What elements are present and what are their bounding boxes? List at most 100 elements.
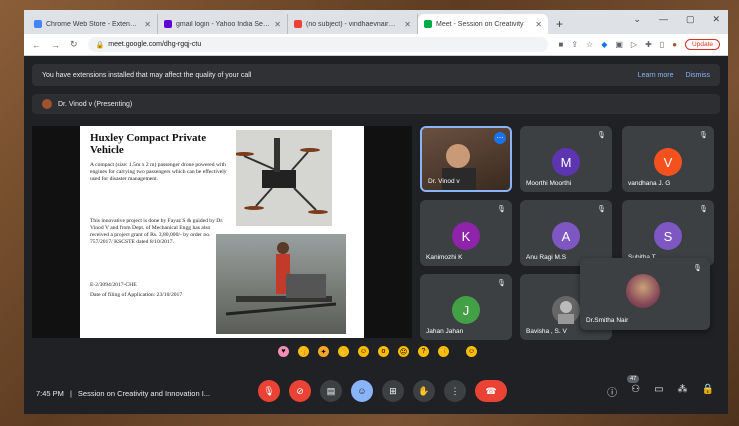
extension-warning-banner: You have extensions installed that may a… <box>32 64 720 86</box>
camera-icon[interactable]: ■ <box>558 40 563 49</box>
sidebar-icon[interactable]: ▯ <box>660 40 664 49</box>
surprised-face-icon[interactable]: o <box>378 346 389 357</box>
participant-name: Kanimozhi K <box>426 254 463 261</box>
participant-name: Anu Ragi M.S <box>526 254 567 261</box>
extension-icon[interactable]: ◆ <box>601 40 607 49</box>
back-icon[interactable]: ← <box>32 40 41 50</box>
participant-name: Dr.Smitha Nair <box>586 317 629 324</box>
url-text: meet.google.com/dhg-rgqj-ctu <box>108 41 202 48</box>
extension-icon[interactable]: ▷ <box>631 40 637 49</box>
yahoo-icon <box>164 20 172 28</box>
close-icon[interactable]: ✕ <box>144 20 151 29</box>
emoji-reactions-button[interactable]: ☺ <box>351 380 373 402</box>
screen: Chrome Web Store - Extensions ✕ gmail lo… <box>24 10 728 414</box>
thinking-face-icon[interactable]: ? <box>418 346 429 357</box>
mic-off-icon: 🎙 <box>699 206 708 213</box>
leave-call-button[interactable]: ☎ <box>475 380 507 402</box>
avatar: J <box>452 296 480 324</box>
more-options-icon[interactable]: ⋯ <box>494 132 506 144</box>
star-icon[interactable]: ☆ <box>586 40 593 49</box>
smile-icon[interactable]: ☺ <box>466 346 477 357</box>
laughing-face-icon[interactable]: ☺ <box>358 346 369 357</box>
reload-icon[interactable]: ↻ <box>70 39 78 50</box>
extension-icons: ■ ⇪ ☆ ◆ ▣ ▷ ✚ ▯ ● Update <box>558 39 720 50</box>
avatar <box>552 296 580 324</box>
participant-tile[interactable]: 🎙 M Moorthi Moorthi <box>520 126 612 192</box>
side-controls: ⓘ 47 ⚇ ▭ ⁂ 🔒 <box>607 375 714 399</box>
mic-off-icon: 🎙 <box>597 206 606 213</box>
slide-paragraph: Date of filing of Application: 23/10/201… <box>90 292 183 298</box>
floating-participant-tile[interactable]: 🎙 Dr.Smitha Nair <box>580 258 710 330</box>
camera-toggle-button[interactable]: ⊘ <box>289 380 311 402</box>
close-icon[interactable]: ✕ <box>274 20 281 29</box>
avatar: K <box>452 222 480 250</box>
share-icon[interactable]: ⇪ <box>571 40 578 49</box>
learn-more-link[interactable]: Learn more <box>638 72 674 79</box>
activities-icon[interactable]: ⁂ <box>678 384 688 399</box>
chevron-down-icon[interactable]: ⌄ <box>633 14 641 25</box>
browser-tab-bar: Chrome Web Store - Extensions ✕ gmail lo… <box>24 10 728 34</box>
thumbs-up-icon[interactable]: 👍 <box>298 346 309 357</box>
avatar[interactable]: ● <box>672 40 677 49</box>
browser-tab[interactable]: Chrome Web Store - Extensions ✕ <box>28 14 158 34</box>
mic-off-icon: 🎙 <box>693 265 702 272</box>
puzzle-icon[interactable]: ✚ <box>645 40 652 49</box>
avatar: V <box>654 148 682 176</box>
meeting-time: 7:45 PM <box>36 388 64 398</box>
meeting-title: Session on Creativity and Innovation I..… <box>77 388 211 398</box>
mic-toggle-button[interactable]: 🎙 <box>258 380 280 402</box>
people-icon[interactable]: 47 ⚇ <box>627 375 640 399</box>
dismiss-button[interactable]: Dismiss <box>686 72 711 79</box>
mic-off-icon: 🎙 <box>497 206 506 213</box>
minimize-icon[interactable]: — <box>659 14 668 25</box>
mic-off-icon: 🎙 <box>597 132 606 139</box>
gmail-icon <box>294 20 302 28</box>
slide-paragraph: E-2/3094/2017-CHE <box>90 282 137 288</box>
host-controls-icon[interactable]: 🔒 <box>702 384 714 399</box>
present-button[interactable]: ⊞ <box>382 380 404 402</box>
tab-label: gmail login - Yahoo India Search <box>176 20 271 28</box>
party-popper-icon[interactable]: ✦ <box>318 346 329 357</box>
close-icon[interactable]: ✕ <box>535 20 542 29</box>
participant-tile[interactable]: 🎙 S Subitha T <box>622 200 714 266</box>
more-options-button[interactable]: ⋮ <box>444 380 466 402</box>
update-button[interactable]: Update <box>685 39 720 50</box>
participant-tile[interactable]: 🎙 V vandhana J. G <box>622 126 714 192</box>
meeting-info: 7:45 PM | Session on Creativity and Inno… <box>36 389 210 398</box>
tab-label: Chrome Web Store - Extensions <box>46 20 141 28</box>
raise-hand-button[interactable]: ✋ <box>413 380 435 402</box>
new-tab-icon[interactable]: + <box>548 17 571 34</box>
info-icon[interactable]: ⓘ <box>607 384 617 399</box>
browser-tab-active[interactable]: Meet - Session on Creativity ✕ <box>418 14 548 34</box>
call-controls: 🎙 ⊘ ▤ ☺ ⊞ ✋ ⋮ ☎ <box>258 380 507 402</box>
participant-tile[interactable]: 🎙 K Kanimozhi K <box>420 200 512 266</box>
presenter-label: Dr. Vinod v (Presenting) <box>58 100 133 108</box>
project-photo <box>216 234 346 334</box>
maximize-icon[interactable]: ▢ <box>686 14 695 25</box>
participant-tile[interactable]: 🎙 A Anu Ragi M.S <box>520 200 612 266</box>
extension-icon[interactable]: ▣ <box>615 40 623 49</box>
close-icon[interactable]: ✕ <box>404 20 411 29</box>
thumbs-down-icon[interactable]: 👎 <box>438 346 449 357</box>
participant-name: Jahan Jahan <box>426 328 464 335</box>
participant-tile[interactable]: 🎙 J Jahan Jahan <box>420 274 512 340</box>
presentation-area: Huxley Compact Private Vehicle A compact… <box>32 126 412 338</box>
browser-tab[interactable]: gmail login - Yahoo India Search ✕ <box>158 14 288 34</box>
avatar: A <box>552 222 580 250</box>
captions-button[interactable]: ▤ <box>320 380 342 402</box>
presentation-slide: Huxley Compact Private Vehicle A compact… <box>80 126 364 338</box>
crying-face-icon[interactable]: ☹ <box>398 346 409 357</box>
participant-tile[interactable]: ⋯ Dr. Vinod v <box>420 126 512 192</box>
participant-name: vandhana J. G <box>628 180 671 187</box>
meeting-controls-bar: 7:45 PM | Session on Creativity and Inno… <box>24 372 728 414</box>
url-field[interactable]: 🔒 meet.google.com/dhg-rgqj-ctu <box>87 37 549 52</box>
clapping-hands-icon[interactable]: ✋ <box>338 346 349 357</box>
lock-icon: 🔒 <box>95 41 105 49</box>
window-controls: ⌄ — ▢ ✕ <box>633 14 720 25</box>
browser-tab[interactable]: (no subject) - vindhaevnair@gm ✕ <box>288 14 418 34</box>
participant-name: Moorthi Moorthi <box>526 180 572 187</box>
close-window-icon[interactable]: ✕ <box>712 14 720 25</box>
sparkling-heart-icon[interactable]: ♥ <box>278 346 289 357</box>
chat-icon[interactable]: ▭ <box>654 384 663 399</box>
forward-icon[interactable]: → <box>51 40 60 50</box>
